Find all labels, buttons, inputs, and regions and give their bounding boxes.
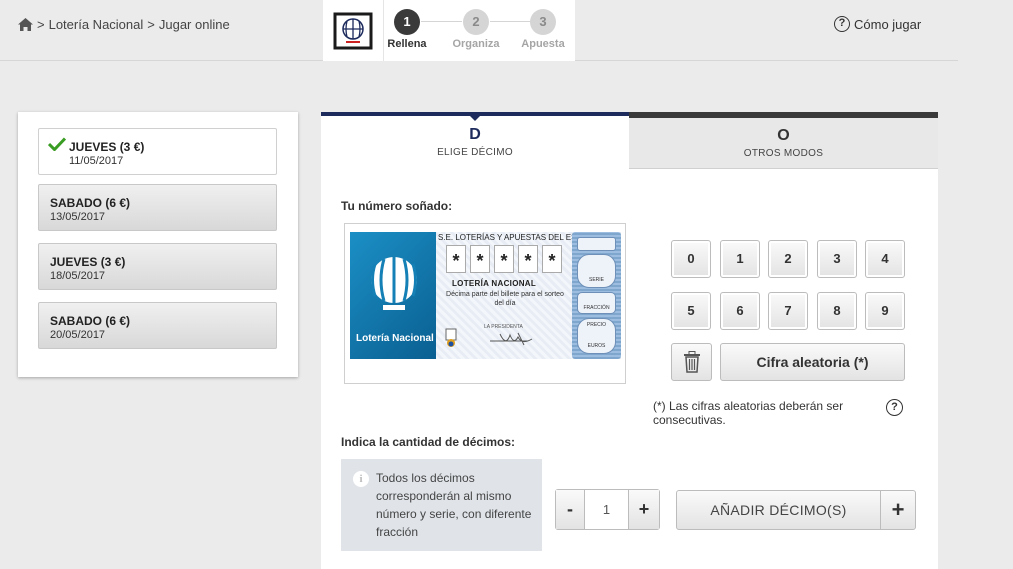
draw-day: SABADO (6 €) [50, 314, 131, 328]
draw-day: SABADO (6 €) [50, 196, 131, 210]
tab-label: ELIGE DÉCIMO [437, 147, 513, 158]
draw-date: 18/05/2017 [50, 270, 106, 282]
step-apuesta: 3 Apuesta [513, 9, 573, 50]
digit-key-1[interactable]: 1 [720, 240, 760, 278]
tab-otros-modos[interactable]: O OTROS MODOS [629, 112, 938, 169]
how-to-play-link[interactable]: ? Cómo jugar [834, 16, 921, 32]
ticket-digit: * [470, 245, 490, 273]
question-icon: ? [886, 399, 903, 416]
home-icon[interactable] [18, 18, 33, 31]
draw-item[interactable]: JUEVES (3 €) 11/05/2017 [38, 128, 277, 175]
breadcrumb-separator: > [147, 17, 155, 32]
quantity-stepper: - 1 + [555, 489, 660, 530]
ticket-number: * * * * * [446, 245, 562, 273]
signature-icon [490, 332, 533, 346]
ticket-serie-box [577, 237, 616, 251]
breadcrumb-separator: > [37, 17, 45, 32]
digit-key-6[interactable]: 6 [720, 292, 760, 330]
step-number: 1 [394, 9, 420, 35]
ticket-president-label: LA PRESIDENTA [484, 324, 523, 330]
digit-key-8[interactable]: 8 [817, 292, 857, 330]
tab-label: OTROS MODOS [743, 148, 824, 159]
quantity-label: Indica la cantidad de décimos: [341, 435, 516, 449]
help-icon[interactable]: ? [886, 399, 907, 416]
ticket-digit: * [542, 245, 562, 273]
digit-key-4[interactable]: 4 [865, 240, 905, 278]
draw-item[interactable]: JUEVES (3 €) 18/05/2017 [38, 243, 277, 290]
ticket-body: S.E. LOTERÍAS Y APUESTAS DEL ESTADO * * … [436, 232, 621, 359]
ticket-title: LOTERÍA NACIONAL [452, 279, 537, 288]
loteria-logo [323, 0, 384, 61]
check-icon [48, 137, 66, 151]
digit-key-7[interactable]: 7 [768, 292, 808, 330]
breadcrumb-loteria-nacional[interactable]: Lotería Nacional [49, 17, 144, 32]
digit-key-5[interactable]: 5 [671, 292, 711, 330]
loteria-logo-icon [333, 12, 373, 49]
ticket-digit: * [518, 245, 538, 273]
ticket-precio-oval: PRECIO EUROS [577, 318, 616, 354]
draw-item[interactable]: SABADO (6 €) 13/05/2017 [38, 184, 277, 231]
draw-date: 11/05/2017 [69, 155, 124, 167]
info-box: i Todos los décimos corresponderán al mi… [341, 459, 542, 551]
quantity-value[interactable]: 1 [585, 490, 628, 529]
add-decimos-label: AÑADIR DÉCIMO(S) [710, 502, 847, 518]
ticket-brand-panel: Lotería Nacional [350, 232, 436, 359]
random-note: (*) Las cifras aleatorias deberán ser co… [653, 399, 844, 427]
draw-date: 20/05/2017 [50, 329, 106, 341]
ticket-serie-label: SERIE [588, 277, 604, 283]
how-to-play-label: Cómo jugar [854, 16, 922, 32]
header: > Lotería Nacional > Jugar online 1 Rell… [0, 0, 958, 61]
step-label: Organiza [452, 38, 500, 50]
digit-key-2[interactable]: 2 [768, 240, 808, 278]
draw-list: JUEVES (3 €) 11/05/2017 SABADO (6 €) 13/… [18, 112, 298, 377]
ticket-brand: Lotería Nacional [356, 333, 434, 344]
ticket-euros-label: EUROS [587, 343, 606, 349]
ticket-fraccion-label: FRACCIÓN [583, 305, 610, 311]
progress-steps: 1 Rellena 2 Organiza 3 Apuesta [384, 0, 575, 61]
ticket-description: Décima parte del billete para el sorteo … [446, 291, 564, 307]
digit-key-9[interactable]: 9 [865, 292, 905, 330]
random-digit-button[interactable]: Cifra aleatoria (*) [720, 343, 905, 381]
ticket-serie-oval: SERIE [577, 254, 616, 288]
step-number: 2 [463, 9, 489, 35]
ticket-digit: * [446, 245, 466, 273]
plus-icon: + [880, 491, 915, 529]
clear-number-button[interactable] [671, 343, 712, 381]
step-organiza: 2 Organiza [446, 9, 506, 50]
step-number: 3 [530, 9, 556, 35]
increment-button[interactable]: + [628, 490, 659, 529]
ticket-digit: * [494, 245, 514, 273]
draw-item[interactable]: SABADO (6 €) 20/05/2017 [38, 302, 277, 349]
tab-letter: O [777, 127, 790, 144]
tab-letter: D [469, 126, 481, 143]
breadcrumb-jugar-online: Jugar online [158, 17, 230, 32]
info-icon: i [353, 471, 369, 487]
ticket-fraccion-oval: FRACCIÓN [577, 292, 616, 314]
step-rellena: 1 Rellena [377, 9, 437, 50]
globe-logo-icon [371, 257, 417, 310]
decrement-button[interactable]: - [556, 490, 585, 529]
digit-key-0[interactable]: 0 [671, 240, 711, 278]
add-decimos-button[interactable]: AÑADIR DÉCIMO(S) + [676, 490, 916, 530]
draw-day: JUEVES (3 €) [69, 140, 145, 154]
step-label: Rellena [387, 38, 427, 50]
digit-key-3[interactable]: 3 [817, 240, 857, 278]
info-text: Todos los décimos corresponderán al mism… [376, 471, 532, 539]
dream-number-label: Tu número soñado: [341, 199, 453, 213]
ticket-emblem-icon [445, 328, 457, 347]
ticket-security-strip: SERIE FRACCIÓN PRECIO EUROS [572, 232, 621, 359]
draw-date: 13/05/2017 [50, 211, 106, 223]
question-icon: ? [834, 16, 850, 32]
ticket-precio-label: PRECIO [586, 322, 607, 328]
main-panel: D ELIGE DÉCIMO O OTROS MODOS Tu número s… [321, 112, 938, 569]
lottery-ticket-preview: Lotería Nacional S.E. LOTERÍAS Y APUESTA… [344, 223, 626, 384]
breadcrumb: > Lotería Nacional > Jugar online [18, 17, 234, 32]
active-tab-indicator [469, 115, 481, 121]
trash-icon [683, 351, 700, 373]
step-label: Apuesta [521, 38, 565, 50]
draw-day: JUEVES (3 €) [50, 255, 126, 269]
tab-elige-decimo[interactable]: D ELIGE DÉCIMO [321, 112, 629, 169]
